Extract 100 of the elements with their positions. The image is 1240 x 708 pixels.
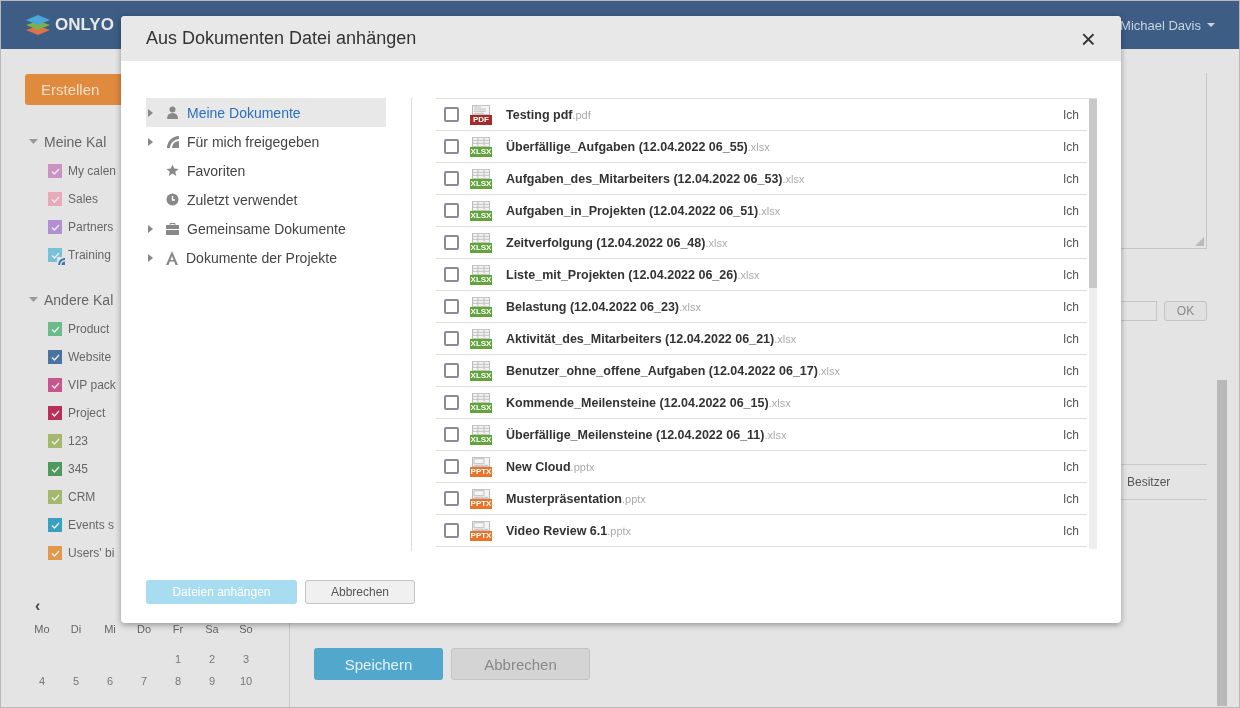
folder-item[interactable]: Meine Dokumente	[146, 98, 386, 127]
calendar-name[interactable]: 123	[68, 434, 89, 448]
folder-item[interactable]: Gemeinsame Dokumente	[146, 214, 386, 243]
calendar-day[interactable]: 2	[195, 653, 229, 665]
scrollbar[interactable]	[1089, 99, 1097, 549]
briefcase-icon	[166, 222, 179, 235]
calendar-day[interactable]: 4	[25, 675, 59, 687]
calendar-name[interactable]: Website	[68, 350, 112, 364]
calendar-name[interactable]: Partners	[68, 220, 114, 234]
file-name[interactable]: Benutzer_ohne_offene_Aufgaben (12.04.2022 06_17).xlsx	[506, 363, 1063, 378]
calendar-checkbox[interactable]	[48, 518, 62, 532]
file-name[interactable]: Liste_mit_Projekten (12.04.2022 06_26).xlsx	[506, 267, 1063, 282]
file-name[interactable]: Musterpräsentation.pptx	[506, 491, 1063, 506]
calendar-day[interactable]: 5	[59, 675, 93, 687]
file-name[interactable]: Video Review 6.1.pptx	[506, 523, 1063, 538]
calendar-checkbox[interactable]	[48, 462, 62, 476]
calendar-checkbox[interactable]	[48, 220, 62, 234]
file-checkbox[interactable]	[444, 203, 459, 218]
file-checkbox[interactable]	[444, 267, 459, 282]
dialog-title: Aus Dokumenten Datei anhängen	[146, 28, 417, 49]
calendar-day[interactable]: 1	[161, 653, 195, 665]
owner-cell-text: Ich	[1063, 235, 1080, 250]
calendar-name[interactable]: VIP pack	[68, 378, 116, 392]
expand-arrow-icon[interactable]	[148, 137, 153, 146]
expand-arrow-icon[interactable]	[148, 253, 153, 262]
expand-arrow-icon[interactable]	[148, 224, 153, 233]
owner-cell-text: Ich	[1063, 107, 1080, 122]
file-name[interactable]: Aufgaben_des_Mitarbeiters (12.04.2022 06_53).xlsx	[506, 171, 1063, 186]
calendar-day[interactable]: 6	[93, 675, 127, 687]
calendar-checkbox[interactable]	[48, 490, 62, 504]
file-checkbox[interactable]	[444, 523, 459, 538]
file-checkbox[interactable]	[444, 459, 459, 474]
weekday-label: Sa	[204, 623, 220, 635]
folder-item[interactable]: Dokumente der Projekte	[146, 243, 386, 272]
owner-cell-text: Ich	[1063, 331, 1080, 346]
file-name[interactable]: Aktivität_des_Mitarbeiters (12.04.2022 06_21).xlsx	[506, 331, 1063, 346]
calendar-checkbox[interactable]	[48, 164, 62, 178]
file-checkbox[interactable]	[444, 427, 459, 442]
weekday-label: Do	[135, 623, 153, 635]
file-checkbox[interactable]	[444, 171, 459, 186]
file-name[interactable]: New Cloud.pptx	[506, 459, 1063, 474]
folder-item[interactable]: Favoriten	[146, 156, 386, 185]
file-checkbox[interactable]	[444, 331, 459, 346]
ok-button[interactable]: OK	[1164, 301, 1207, 321]
calendar-day[interactable]: 9	[195, 675, 229, 687]
calendar-name[interactable]: Training	[68, 248, 111, 262]
folder-item[interactable]: Für mich freigegeben	[146, 127, 386, 156]
calendar-name[interactable]: 345	[68, 462, 89, 476]
file-name[interactable]: Belastung (12.04.2022 06_23).xlsx	[506, 299, 1063, 314]
file-name[interactable]: Überfällige_Aufgaben (12.04.2022 06_55).xlsx	[506, 139, 1063, 154]
file-checkbox[interactable]	[444, 235, 459, 250]
file-name[interactable]: Kommende_Meilensteine (12.04.2022 06_15).xlsx	[506, 395, 1063, 410]
expand-arrow-icon[interactable]	[148, 108, 153, 117]
caret-icon[interactable]	[29, 139, 38, 145]
calendar-checkbox[interactable]	[48, 322, 62, 336]
file-name[interactable]: Testing pdf.pdf	[506, 107, 1063, 122]
owner-cell-text: Ich	[1063, 139, 1080, 154]
cancel-button[interactable]: Abbrechen	[305, 580, 415, 604]
calendar-day[interactable]: 3	[229, 653, 263, 665]
calendar-checkbox[interactable]	[48, 192, 62, 206]
file-checkbox[interactable]	[444, 139, 459, 154]
logo-icon	[25, 14, 51, 36]
resize-grip-icon[interactable]	[1195, 237, 1204, 246]
calendar-checkbox[interactable]	[48, 248, 62, 262]
owner-cell-text: Ich	[1063, 203, 1080, 218]
previous-month-button[interactable]: ‹	[25, 597, 41, 615]
file-checkbox[interactable]	[444, 363, 459, 378]
calendar-name[interactable]: Events s	[68, 518, 115, 532]
calendar-name[interactable]: Product	[68, 322, 110, 336]
file-checkbox[interactable]	[444, 107, 459, 122]
caret-icon[interactable]	[29, 297, 38, 303]
owner-cell-text: Ich	[1063, 267, 1080, 282]
weekday-label: Mo	[33, 623, 51, 635]
calendar-day[interactable]: 7	[127, 675, 161, 687]
calendar-name[interactable]: Users' bi	[68, 546, 115, 560]
owner-cell-text: Ich	[1063, 491, 1080, 506]
file-name[interactable]: Aufgaben_in_Projekten (12.04.2022 06_51).xlsx	[506, 203, 1063, 218]
calendar-name[interactable]: Project	[68, 406, 106, 420]
calendar-name[interactable]: CRM	[68, 490, 96, 504]
compass-icon	[166, 250, 178, 265]
owner-cell-text: Ich	[1063, 299, 1080, 314]
calendar-checkbox[interactable]	[48, 350, 62, 364]
file-name[interactable]: Überfällige_Meilensteine (12.04.2022 06_11).xlsx	[506, 427, 1063, 442]
scrollbar[interactable]	[1217, 380, 1227, 706]
file-checkbox[interactable]	[444, 491, 459, 506]
close-button[interactable]: ×	[1080, 25, 1096, 52]
file-checkbox[interactable]	[444, 395, 459, 410]
calendar-name[interactable]: My calen	[68, 164, 117, 178]
calendar-checkbox[interactable]	[48, 546, 62, 560]
calendar-day[interactable]: 10	[229, 675, 263, 687]
file-checkbox[interactable]	[444, 299, 459, 314]
file-name[interactable]: Zeitverfolgung (12.04.2022 06_48).xlsx	[506, 235, 1063, 250]
calendar-day[interactable]: 8	[161, 675, 195, 687]
calendar-name[interactable]: Sales	[68, 192, 99, 206]
folder-item[interactable]: Zuletzt verwendet	[146, 185, 386, 214]
calendar-checkbox[interactable]	[48, 434, 62, 448]
calendar-checkbox[interactable]	[48, 406, 62, 420]
calendar-checkbox[interactable]	[48, 378, 62, 392]
cancel-button[interactable]: Abbrechen	[451, 648, 590, 680]
logo-text: ONLYO	[55, 15, 114, 35]
